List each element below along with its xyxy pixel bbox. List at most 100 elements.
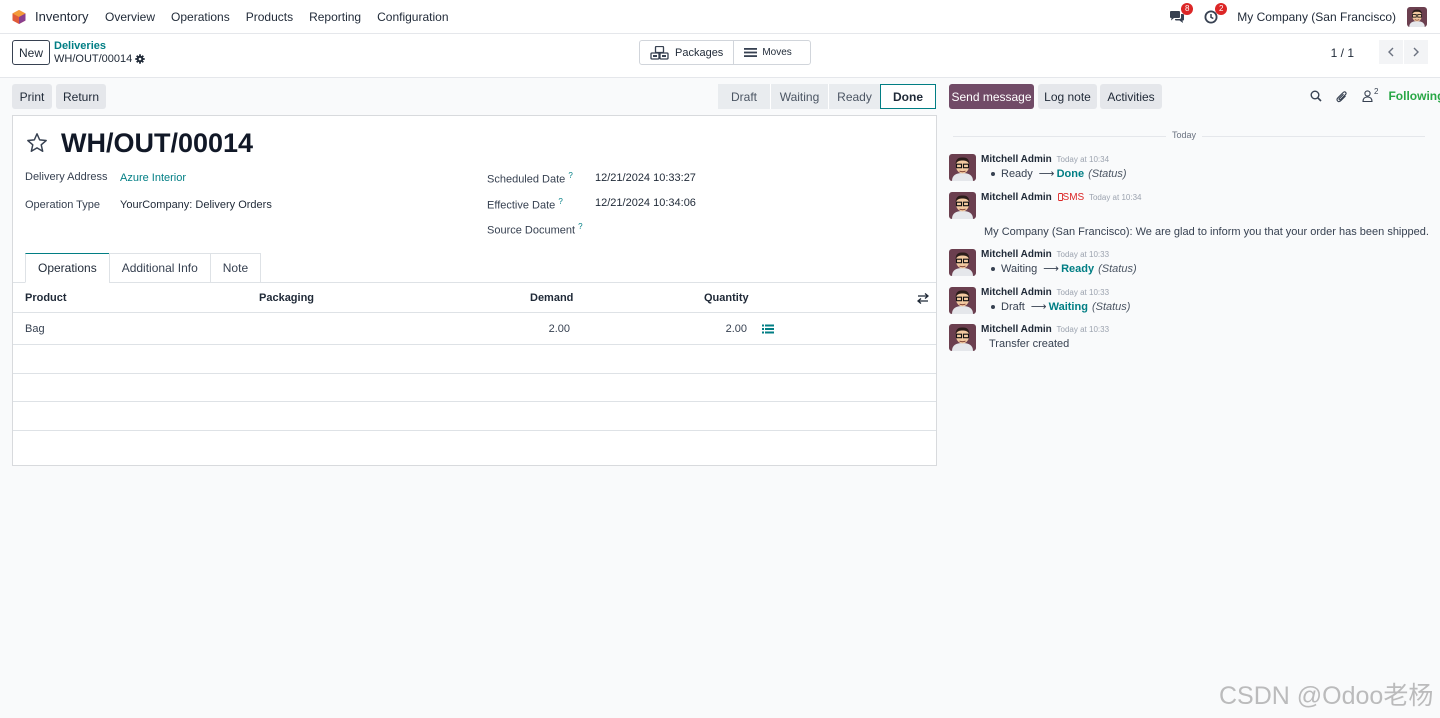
delivery-address-field[interactable]: Azure Interior xyxy=(120,172,186,184)
column-product[interactable]: Product xyxy=(25,292,67,304)
company-switcher[interactable]: My Company (San Francisco) xyxy=(1237,10,1396,24)
control-panel: New Deliveries WH/OUT/00014 Packages Mov… xyxy=(0,34,1440,78)
tracked-field: (Status) xyxy=(1098,263,1137,275)
activities-button[interactable]: Activities xyxy=(1100,84,1162,109)
arrow-right-icon: ⟶ xyxy=(1038,168,1055,180)
message-body: My Company (San Francisco): We are glad … xyxy=(984,226,1429,238)
menu-operations[interactable]: Operations xyxy=(171,10,230,24)
messaging-menu[interactable]: 8 xyxy=(1167,3,1194,27)
table-row[interactable]: Bag 2.00 2.00 xyxy=(13,313,936,345)
moves-smart-button[interactable]: Moves xyxy=(733,41,810,64)
operation-type-label: Operation Type xyxy=(25,199,101,211)
moves-label: Moves xyxy=(762,47,792,58)
watermark: CSDN @Odoo老杨 xyxy=(1219,682,1434,710)
followers-button[interactable]: 2 xyxy=(1362,87,1378,102)
author-avatar[interactable] xyxy=(949,154,976,181)
author-avatar[interactable] xyxy=(949,192,976,219)
effective-date-label: Effective Date ? xyxy=(487,197,563,212)
empty-table-row xyxy=(13,402,936,431)
cubes-icon xyxy=(650,45,669,60)
paperclip-icon[interactable] xyxy=(1336,90,1348,103)
source-document-label-text: Source Document xyxy=(487,224,576,237)
pager-next-button[interactable] xyxy=(1404,40,1428,64)
stage-ready[interactable]: Ready xyxy=(828,84,880,109)
following-button[interactable]: Following xyxy=(1388,89,1440,103)
message-header: Mitchell Admin SMS Today at 10:34 xyxy=(981,192,1141,203)
message-author[interactable]: Mitchell Admin xyxy=(981,324,1052,335)
author-avatar-image xyxy=(949,324,976,351)
author-avatar[interactable] xyxy=(949,324,976,351)
source-document-help[interactable]: ? xyxy=(578,222,582,231)
message-body: Transfer created xyxy=(989,338,1070,350)
chatter-message: Mitchell Admin SMS Today at 10:34 My Com… xyxy=(949,192,1429,242)
menu-configuration[interactable]: Configuration xyxy=(377,10,448,24)
old-value: Draft xyxy=(1001,301,1025,313)
bullet xyxy=(991,172,995,177)
chatter-message: Mitchell Admin Today at 10:34 Ready ⟶ Done… xyxy=(949,154,1429,184)
row-product[interactable]: Bag xyxy=(25,323,45,335)
pager-value[interactable]: 1 / 1 xyxy=(1331,46,1354,60)
author-avatar-image xyxy=(949,154,976,181)
author-avatar-image xyxy=(949,249,976,276)
navbar-systray: 8 2 My Company (San Francisco) xyxy=(1167,0,1440,34)
pager-previous-button[interactable] xyxy=(1379,40,1403,64)
column-packaging[interactable]: Packaging xyxy=(259,292,314,304)
tracked-field: (Status) xyxy=(1091,301,1131,313)
message-header: Mitchell Admin Today at 10:33 xyxy=(981,324,1109,335)
tab-note[interactable]: Note xyxy=(209,253,262,283)
tab-additional-info[interactable]: Additional Info xyxy=(108,253,211,283)
menu-overview[interactable]: Overview xyxy=(105,10,155,24)
stage-waiting[interactable]: Waiting xyxy=(770,84,828,109)
scheduled-date-label: Scheduled Date ? xyxy=(487,171,573,186)
print-button[interactable]: Print xyxy=(12,84,52,109)
effective-date-help[interactable]: ? xyxy=(558,197,562,206)
message-author[interactable]: Mitchell Admin xyxy=(981,249,1052,260)
user-avatar[interactable] xyxy=(1407,7,1427,27)
chatter-message: Mitchell Admin Today at 10:33 Waiting ⟶ Re… xyxy=(949,249,1429,279)
stage-draft[interactable]: Draft xyxy=(718,84,770,109)
scheduled-date-help[interactable]: ? xyxy=(568,171,572,180)
author-avatar[interactable] xyxy=(949,287,976,314)
author-avatar[interactable] xyxy=(949,249,976,276)
bullet xyxy=(991,305,995,310)
tab-operations[interactable]: Operations xyxy=(25,253,110,283)
search-icon[interactable] xyxy=(1310,90,1322,102)
message-author[interactable]: Mitchell Admin xyxy=(981,287,1052,298)
chevron-right-icon xyxy=(1413,47,1419,57)
app-name[interactable]: Inventory xyxy=(35,9,88,24)
column-demand[interactable]: Demand xyxy=(530,292,573,304)
message-author[interactable]: Mitchell Admin xyxy=(981,192,1052,203)
arrow-right-icon: ⟶ xyxy=(1043,263,1060,275)
message-header: Mitchell Admin Today at 10:33 xyxy=(981,249,1109,260)
breadcrumb-deliveries[interactable]: Deliveries xyxy=(54,40,106,52)
activities-count-badge: 2 xyxy=(1215,3,1228,15)
log-note-button[interactable]: Log note xyxy=(1038,84,1097,109)
operation-type-field[interactable]: YourCompany: Delivery Orders xyxy=(120,199,272,211)
menu-reporting[interactable]: Reporting xyxy=(309,10,361,24)
inventory-app-icon[interactable] xyxy=(11,9,27,25)
return-button[interactable]: Return xyxy=(56,84,106,109)
chevron-left-icon xyxy=(1388,47,1394,57)
stage-done[interactable]: Done xyxy=(880,84,936,109)
message-author[interactable]: Mitchell Admin xyxy=(981,154,1052,165)
row-demand[interactable]: 2.00 xyxy=(549,323,570,335)
date-separator: Today xyxy=(953,130,1425,142)
source-document-label: Source Document ? xyxy=(487,222,583,237)
detailed-operations-icon[interactable] xyxy=(762,324,774,334)
column-options-icon[interactable] xyxy=(917,293,929,304)
gear-icon[interactable] xyxy=(135,54,145,64)
status-bar: Draft Waiting Ready Done xyxy=(718,84,936,109)
record-title: WH/OUT/00014 xyxy=(61,128,254,158)
row-quantity[interactable]: 2.00 xyxy=(726,323,747,335)
packages-smart-button[interactable]: Packages xyxy=(640,41,733,64)
new-button[interactable]: New xyxy=(12,40,50,65)
send-message-button[interactable]: Send message xyxy=(949,84,1034,109)
main-menu: Overview Operations Products Reporting C… xyxy=(105,10,449,24)
star-icon[interactable] xyxy=(26,132,48,154)
activity-menu[interactable]: 2 xyxy=(1201,3,1228,27)
column-quantity[interactable]: Quantity xyxy=(704,292,749,304)
scheduled-date-field[interactable]: 12/21/2024 10:33:27 xyxy=(595,172,696,184)
user-avatar-image xyxy=(1407,7,1427,27)
menu-products[interactable]: Products xyxy=(246,10,293,24)
pager-buttons xyxy=(1379,40,1428,64)
